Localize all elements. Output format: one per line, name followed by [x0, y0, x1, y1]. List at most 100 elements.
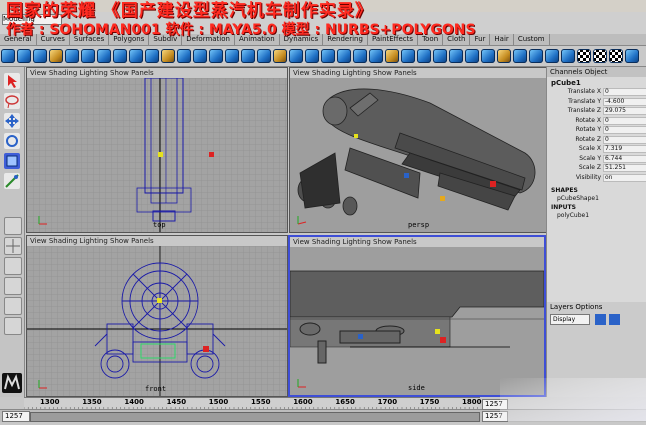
channel-attribute-row[interactable]: Translate Z 29.075 — [547, 107, 646, 115]
shelf-tool-icon[interactable] — [81, 49, 95, 63]
shelf-tool-icon[interactable] — [369, 49, 383, 63]
shelf-tool-icon[interactable] — [465, 49, 479, 63]
attribute-value[interactable]: 0 — [603, 88, 646, 96]
attribute-value[interactable]: 7.319 — [603, 145, 646, 153]
rotate-tool-icon[interactable] — [4, 133, 20, 149]
shelf-tool-icon[interactable] — [289, 49, 303, 63]
range-start-field[interactable]: 1257 — [2, 411, 30, 422]
shelf-tool-icon[interactable] — [1, 49, 15, 63]
shelf-tool-icon[interactable] — [97, 49, 111, 63]
channel-attribute-row[interactable]: Rotate Z0 — [547, 135, 646, 144]
persp-viewport[interactable]: View Shading Lighting Show Panels persp — [289, 67, 547, 233]
time-tick-label: 1550 — [251, 398, 271, 406]
attribute-value[interactable]: 0 — [603, 135, 646, 144]
shelf-tool-icon[interactable] — [273, 49, 287, 63]
shelf-tool-icon[interactable] — [17, 49, 31, 63]
input-node[interactable]: polyCube1 — [557, 212, 589, 219]
top-viewport[interactable]: View Shading Lighting Show Panels top — [26, 67, 288, 233]
shelf-tool-icon[interactable] — [625, 49, 639, 63]
attribute-value[interactable]: 0 — [603, 126, 646, 134]
lasso-tool-icon[interactable] — [4, 93, 20, 109]
camera-label: persp — [408, 221, 430, 229]
panel-menu-items[interactable]: View Shading Lighting Show Panels — [30, 69, 154, 77]
shelf-tool-icon[interactable] — [577, 49, 591, 63]
shelf-tool-icon[interactable] — [561, 49, 575, 63]
channel-attribute-row[interactable]: Scale Y 6.744 — [547, 154, 646, 163]
panel-menu-items[interactable]: View Shading Lighting Show Panels — [293, 69, 417, 77]
channel-attribute-row[interactable]: Translate X0 — [547, 88, 646, 96]
channel-box-header[interactable]: Channels Object — [547, 67, 646, 77]
panel-menu-items[interactable]: View Shading Lighting Show Panels — [293, 238, 417, 246]
panel-menu-items[interactable]: View Shading Lighting Show Panels — [30, 237, 154, 245]
layout-icon-2[interactable] — [4, 277, 22, 295]
layout-icon-3[interactable] — [4, 297, 22, 315]
shelf-tab[interactable]: Hair — [490, 34, 514, 45]
new-layer-icon[interactable] — [595, 314, 606, 325]
shelf-tool-icon[interactable] — [353, 49, 367, 63]
object-name[interactable]: pCube1 — [551, 79, 581, 87]
select-tool-icon[interactable] — [4, 73, 20, 89]
attribute-name: Scale Z — [578, 164, 601, 171]
shelf-tool-icon[interactable] — [593, 49, 607, 63]
shelf-tool-icon[interactable] — [257, 49, 271, 63]
time-tick-label: 1700 — [377, 398, 398, 406]
side-viewport[interactable]: View Shading Lighting Show Panels side — [288, 235, 546, 397]
channel-attribute-row[interactable]: Visibility on — [547, 173, 646, 182]
layout-icon[interactable] — [4, 257, 22, 275]
viewport-canvas[interactable]: front — [27, 246, 287, 396]
viewport-canvas[interactable]: top — [27, 77, 287, 232]
layer-options-icon[interactable] — [609, 314, 620, 325]
shelf-tool-icon[interactable] — [113, 49, 127, 63]
attribute-value[interactable]: -4.600 — [603, 97, 646, 106]
shelf-tool-icon[interactable] — [209, 49, 223, 63]
attribute-value[interactable]: 51.251 — [603, 164, 646, 172]
layers-menu[interactable]: Layers Options — [550, 303, 602, 311]
shelf-tool-icon[interactable] — [417, 49, 431, 63]
attribute-value[interactable]: 6.744 — [603, 154, 646, 163]
layout-icon-4[interactable] — [4, 317, 22, 335]
move-tool-icon[interactable] — [4, 113, 20, 129]
shelf-tool-icon[interactable] — [193, 49, 207, 63]
shelf-tool-icon[interactable] — [65, 49, 79, 63]
shelf-tool-icon[interactable] — [337, 49, 351, 63]
shelf-tool-icon[interactable] — [401, 49, 415, 63]
shelf-tool-icon[interactable] — [529, 49, 543, 63]
shelf-tool-icon[interactable] — [145, 49, 159, 63]
front-viewport[interactable]: View Shading Lighting Show Panels front — [26, 235, 288, 397]
shapes-label: SHAPES — [551, 187, 578, 194]
shelf-tool-icon[interactable] — [129, 49, 143, 63]
shelf-tool-icon[interactable] — [321, 49, 335, 63]
layer-mode-dropdown[interactable]: Display — [550, 314, 590, 325]
shelf-tool-icon[interactable] — [545, 49, 559, 63]
viewport-canvas[interactable]: side — [290, 247, 544, 395]
manipulator-tool-icon[interactable] — [4, 173, 20, 189]
channel-attribute-row[interactable]: Rotate X0 — [547, 116, 646, 125]
shelf-tool-icon[interactable] — [513, 49, 527, 63]
channel-attribute-row[interactable]: Scale X 7.319 — [547, 145, 646, 153]
shelf-tool-icon[interactable] — [49, 49, 63, 63]
shelf-tool-icon[interactable] — [481, 49, 495, 63]
shelf-tool-icon[interactable] — [241, 49, 255, 63]
shelf-tool-icon[interactable] — [609, 49, 623, 63]
shelf-tool-icon[interactable] — [177, 49, 191, 63]
viewport-canvas[interactable]: persp — [290, 78, 546, 232]
shelf-tool-icon[interactable] — [497, 49, 511, 63]
channel-attribute-row[interactable]: Rotate Y0 — [547, 126, 646, 134]
shelf-tool-icon[interactable] — [225, 49, 239, 63]
shelf-tool-icon[interactable] — [449, 49, 463, 63]
channel-attribute-row[interactable]: Translate Y -4.600 — [547, 97, 646, 106]
shape-node[interactable]: pCubeShape1 — [557, 195, 599, 202]
shelf-tool-icon[interactable] — [33, 49, 47, 63]
shelf-tab[interactable]: Custom — [514, 34, 550, 45]
attribute-value[interactable]: 29.075 — [603, 107, 646, 115]
shelf-tool-icon[interactable] — [161, 49, 175, 63]
attribute-value[interactable]: on — [603, 173, 646, 182]
shelf-tool-icon[interactable] — [433, 49, 447, 63]
four-view-icon[interactable] — [4, 237, 22, 255]
shelf-tool-icon[interactable] — [305, 49, 319, 63]
scale-tool-icon[interactable] — [4, 153, 20, 169]
single-view-icon[interactable] — [4, 217, 22, 235]
shelf-tool-icon[interactable] — [385, 49, 399, 63]
attribute-value[interactable]: 0 — [603, 116, 646, 125]
channel-attribute-row[interactable]: Scale Z 51.251 — [547, 164, 646, 172]
